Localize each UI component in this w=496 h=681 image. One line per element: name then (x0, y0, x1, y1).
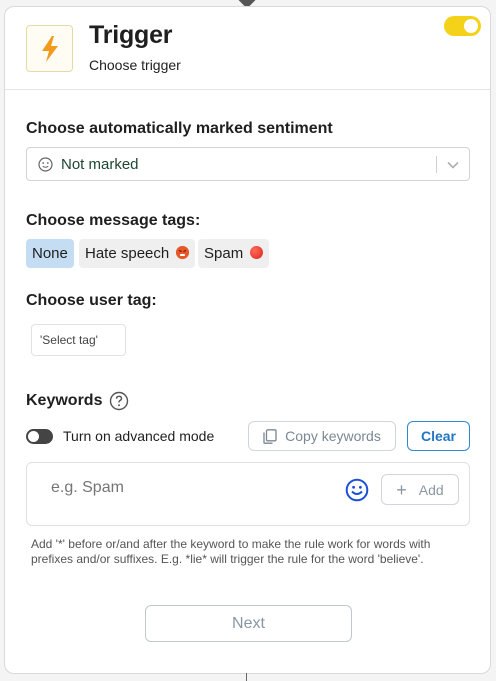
emoji-picker-icon[interactable] (345, 478, 369, 502)
sentiment-selected-value: Not marked (61, 156, 139, 173)
tag-hate-speech[interactable]: Hate speech (79, 239, 196, 268)
next-button[interactable]: Next (145, 605, 352, 642)
keywords-hint: Add '*' before or/and after the keyword … (31, 537, 431, 566)
sentiment-select[interactable]: Not marked (26, 147, 470, 181)
page-subtitle: Choose trigger (89, 57, 181, 73)
trigger-card: Trigger Choose trigger Choose automatica… (4, 6, 491, 674)
chevron-down-icon[interactable] (446, 158, 460, 172)
keyword-entry-box: + Add (26, 462, 470, 526)
sentiment-label: Choose automatically marked sentiment (26, 120, 333, 137)
toggle-knob (464, 19, 478, 33)
add-label: Add (418, 481, 444, 498)
clear-button[interactable]: Clear (407, 421, 470, 451)
tag-spam-label: Spam (204, 245, 244, 262)
lightning-bolt-icon (41, 35, 58, 62)
trigger-icon-box (26, 25, 73, 72)
help-icon[interactable] (109, 391, 129, 411)
copy-icon (263, 428, 277, 444)
advanced-mode-toggle[interactable] (26, 429, 53, 444)
tag-none[interactable]: None (26, 239, 74, 268)
angry-face-icon (176, 246, 190, 259)
neutral-face-icon (38, 157, 53, 172)
plus-icon: + (396, 479, 407, 500)
tag-hate-speech-label: Hate speech (85, 245, 170, 262)
toggle-knob (28, 431, 39, 442)
red-circle-icon (250, 246, 264, 259)
connector-line (246, 673, 247, 681)
copy-keywords-button[interactable]: Copy keywords (248, 421, 396, 451)
page-title: Trigger (89, 21, 173, 49)
advanced-mode-label: Turn on advanced mode (63, 428, 215, 444)
message-tags-label: Choose message tags: (26, 212, 201, 229)
keyword-input[interactable] (51, 479, 331, 497)
select-separator (436, 156, 437, 173)
trigger-enabled-toggle[interactable] (444, 16, 481, 36)
keywords-label: Keywords (26, 392, 103, 409)
tag-spam[interactable]: Spam (198, 239, 270, 268)
add-keyword-button[interactable]: + Add (381, 474, 459, 505)
copy-keywords-label: Copy keywords (285, 428, 381, 444)
tag-none-label: None (32, 245, 68, 262)
user-tag-select[interactable]: 'Select tag' (31, 324, 126, 356)
card-header: Trigger Choose trigger (5, 7, 490, 90)
user-tag-label: Choose user tag: (26, 292, 157, 309)
